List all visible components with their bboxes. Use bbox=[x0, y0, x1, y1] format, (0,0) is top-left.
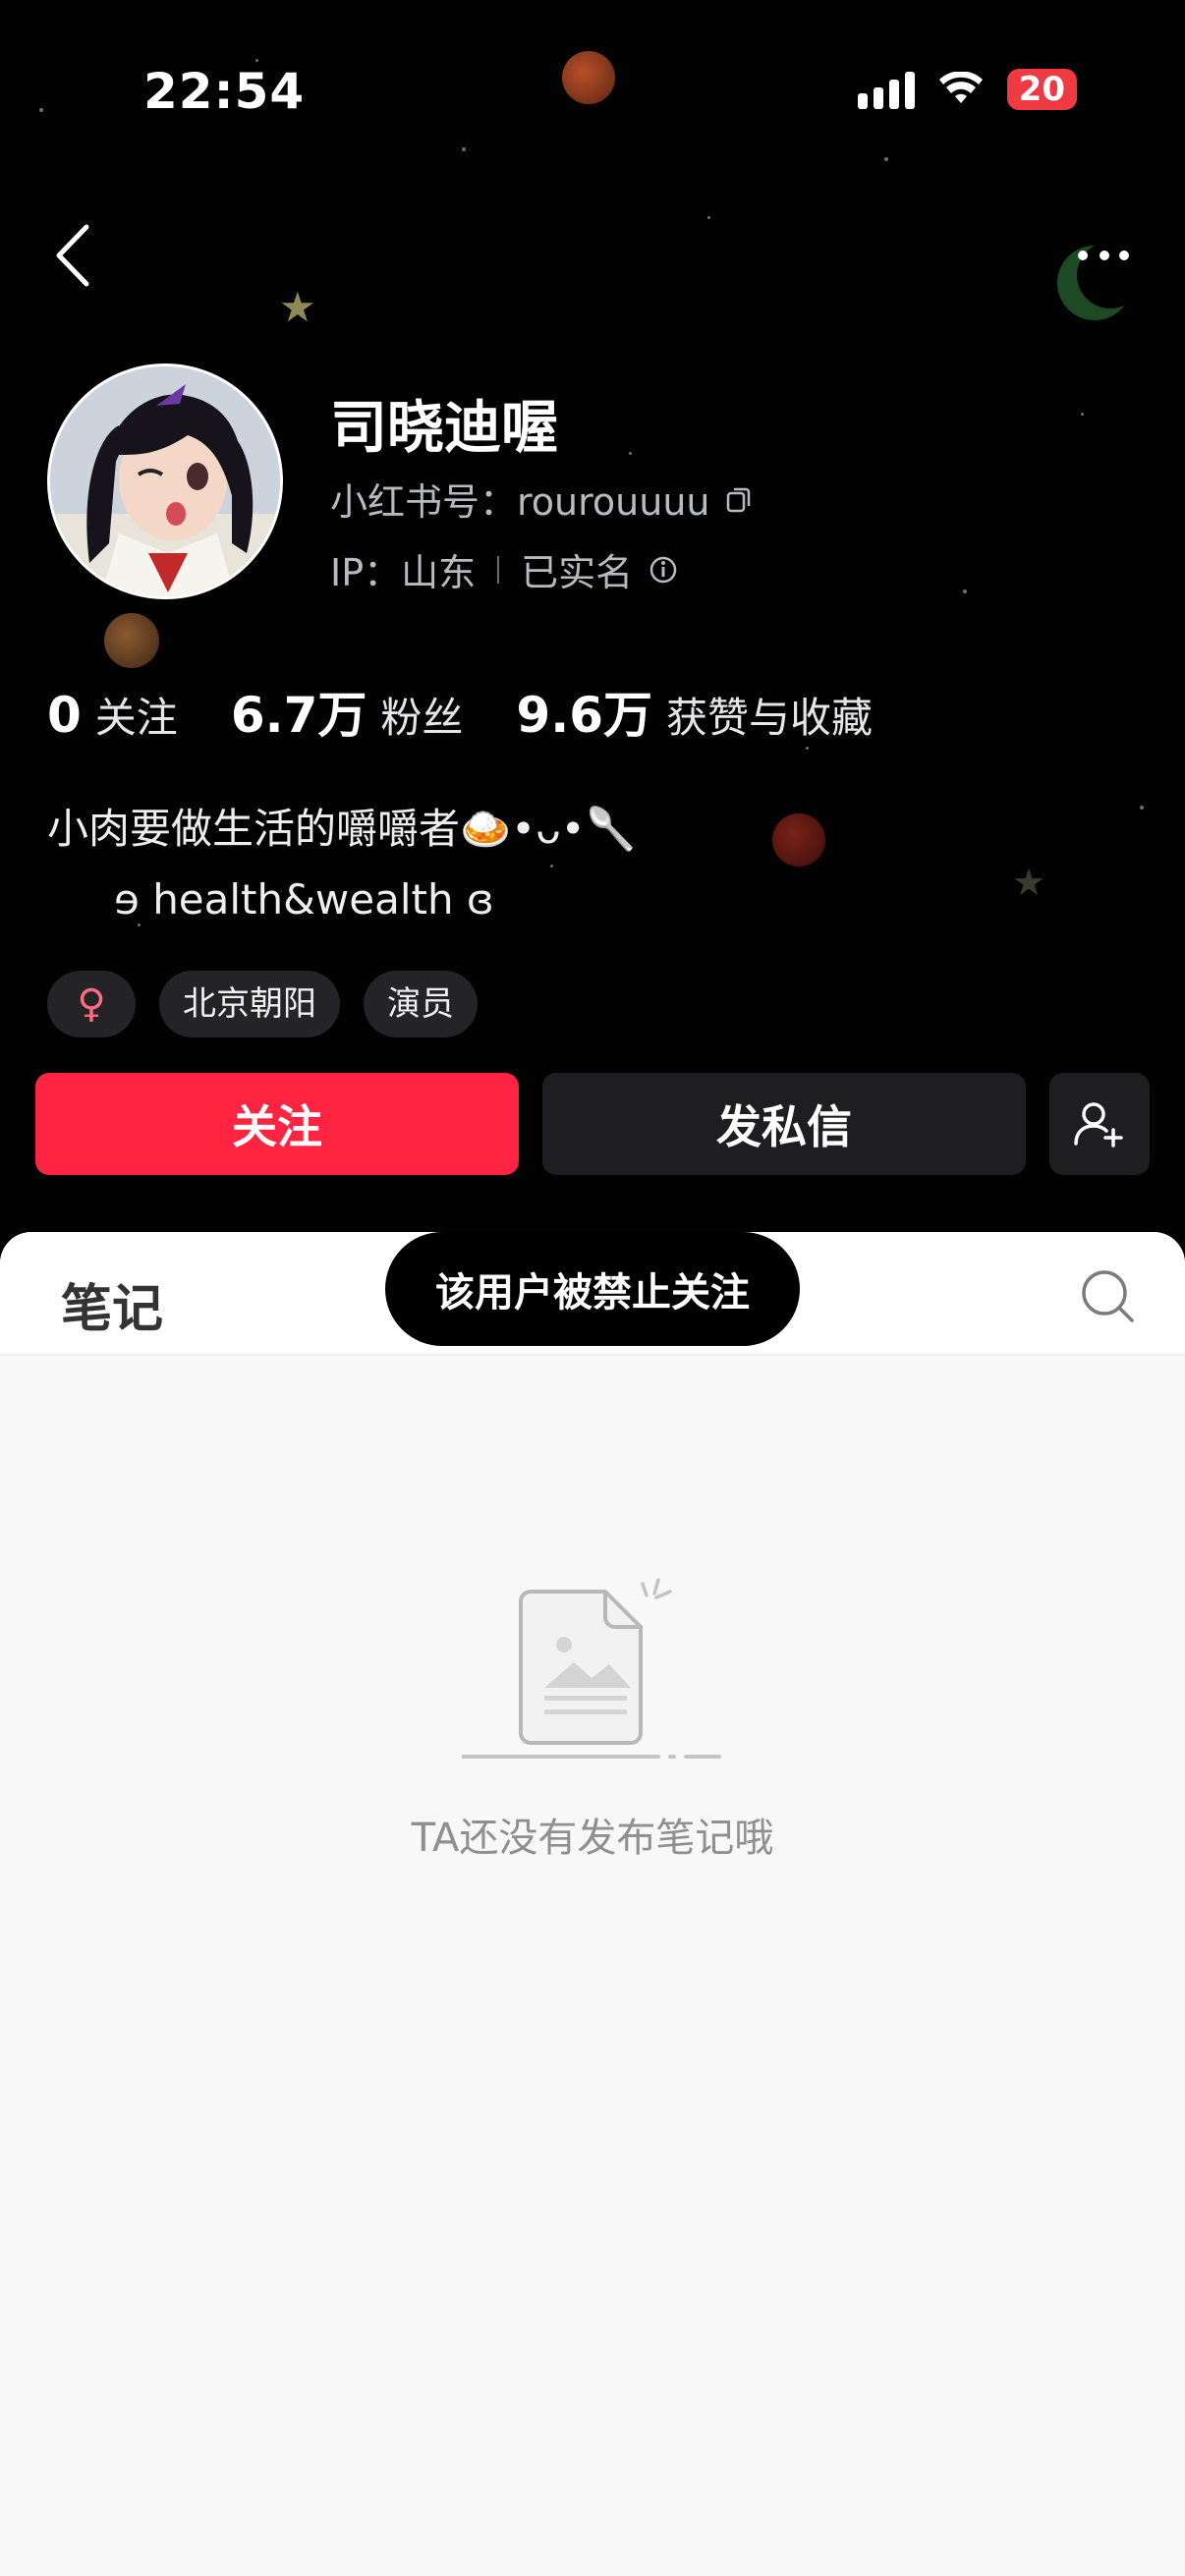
message-button[interactable]: 发私信 bbox=[542, 1073, 1026, 1175]
status-icons: 20 bbox=[857, 69, 1077, 110]
stat-followers[interactable]: 6.7万 粉丝 bbox=[231, 676, 464, 747]
avatar[interactable] bbox=[47, 364, 283, 599]
moon-icon bbox=[1057, 242, 1144, 320]
tag-list: ♀ 北京朝阳 演员 bbox=[47, 971, 478, 1037]
star-speck bbox=[255, 59, 258, 62]
empty-state-text: TA还没有发布笔记哦 bbox=[411, 1816, 774, 1861]
status-time: 22:54 bbox=[143, 63, 306, 120]
bio-line: ɘ health&wealth ɞ bbox=[114, 875, 494, 924]
occupation-tag: 演员 bbox=[364, 971, 478, 1037]
add-friend-icon bbox=[1074, 1102, 1123, 1148]
star-decoration: ★ bbox=[279, 283, 316, 331]
bio: 小肉要做生活的嚼嚼者🍛•ᴗ•🥄 ɘ health&wealth ɞ bbox=[47, 794, 637, 935]
ip-row: IP：山东 已实名 bbox=[330, 542, 678, 596]
planet-decoration bbox=[562, 51, 615, 104]
info-icon[interactable] bbox=[649, 555, 678, 585]
bio-line: 小肉要做生活的嚼嚼者🍛•ᴗ•🥄 bbox=[47, 805, 637, 853]
tab-notes[interactable]: 笔记 bbox=[61, 1267, 163, 1341]
star-decoration: ★ bbox=[1012, 861, 1046, 904]
back-icon bbox=[56, 224, 89, 287]
wifi-icon bbox=[938, 72, 983, 103]
verified-label: 已实名 bbox=[521, 551, 634, 594]
action-row: 关注 发私信 bbox=[35, 1073, 1150, 1175]
star-speck bbox=[39, 108, 43, 112]
star-speck bbox=[707, 216, 710, 219]
gender-tag: ♀ bbox=[47, 971, 136, 1037]
star-speck bbox=[1140, 806, 1144, 810]
planet-decoration bbox=[104, 613, 159, 668]
back-button[interactable] bbox=[43, 216, 102, 295]
stat-following[interactable]: 0 关注 bbox=[47, 685, 178, 745]
star-speck bbox=[629, 452, 632, 455]
planet-decoration bbox=[772, 813, 825, 867]
content-panel: 笔记 bbox=[0, 1232, 1185, 2576]
moon-button[interactable] bbox=[1047, 236, 1144, 324]
divider bbox=[497, 555, 500, 584]
search-icon bbox=[1082, 1270, 1134, 1322]
avatar-image bbox=[50, 366, 280, 596]
stats-row: 0 关注 6.7万 粉丝 9.6万 获赞与收藏 bbox=[47, 676, 873, 747]
star-speck bbox=[462, 147, 466, 151]
add-friend-button[interactable] bbox=[1049, 1073, 1150, 1175]
star-speck bbox=[963, 589, 967, 593]
signal-icon bbox=[857, 70, 915, 109]
user-id-label: 小红书号：rourouuuu bbox=[330, 480, 710, 524]
empty-note-icon bbox=[462, 1578, 721, 1759]
follow-button[interactable]: 关注 bbox=[35, 1073, 519, 1175]
battery-badge: 20 bbox=[1006, 69, 1077, 110]
ip-location: IP：山东 bbox=[330, 551, 477, 594]
star-speck bbox=[806, 747, 809, 750]
stat-likes-collects[interactable]: 9.6万 获赞与收藏 bbox=[516, 676, 873, 747]
user-id-row: 小红书号：rourouuuu bbox=[330, 472, 754, 526]
location-tag: 北京朝阳 bbox=[159, 971, 340, 1037]
star-speck bbox=[1081, 413, 1084, 416]
nickname: 司晓迪喔 bbox=[330, 394, 559, 461]
star-speck bbox=[884, 157, 888, 161]
copy-icon[interactable] bbox=[724, 484, 754, 514]
search-button[interactable] bbox=[1079, 1267, 1138, 1326]
toast-message: 该用户被禁止关注 bbox=[385, 1232, 800, 1346]
